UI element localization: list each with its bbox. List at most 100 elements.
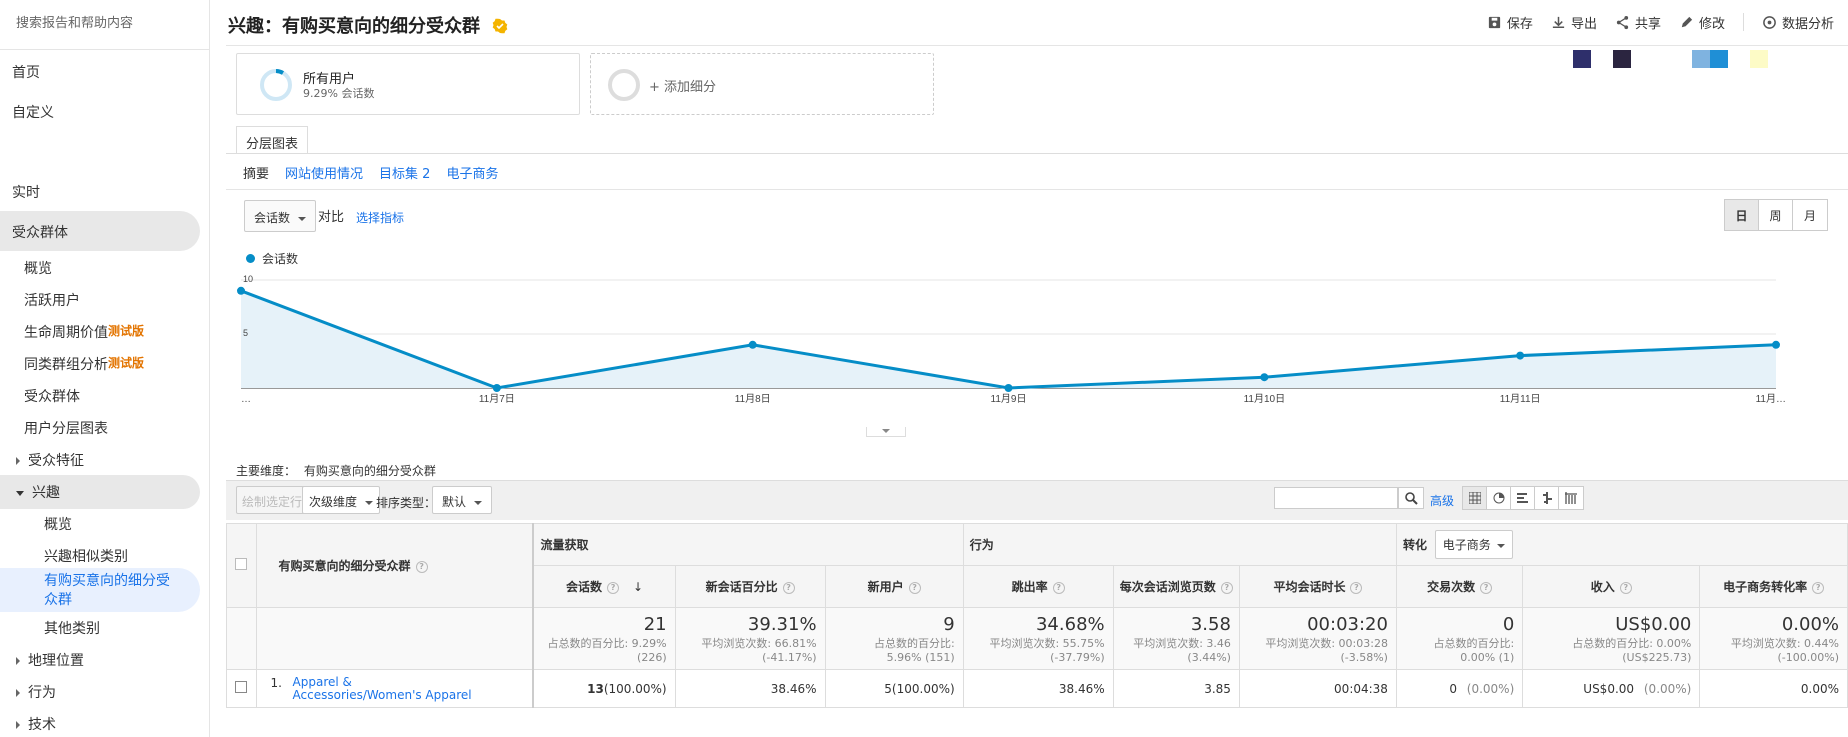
data-point[interactable] xyxy=(1004,384,1013,392)
total-value: US$0.00 xyxy=(1615,613,1692,635)
metric-dropdown[interactable]: 会话数 xyxy=(244,200,317,232)
sidebar-item-technology[interactable]: 技术 xyxy=(0,714,210,734)
sidebar-item-interests[interactable]: 兴趣 xyxy=(0,482,210,502)
search-input[interactable]: 搜索报告和帮助内容 xyxy=(0,0,209,50)
col-avg-duration[interactable]: 平均会话时长? xyxy=(1238,565,1397,608)
pivot-view-button[interactable] xyxy=(1559,487,1583,509)
row-dimension-link[interactable]: Apparel & Accessories/Women's Apparel xyxy=(293,675,473,702)
sidebar-item-other-category[interactable]: 其他类别 xyxy=(0,618,210,638)
data-point[interactable] xyxy=(1772,340,1780,349)
table-view-button[interactable] xyxy=(1463,487,1487,509)
save-button[interactable]: 保存 xyxy=(1487,13,1533,32)
help-icon[interactable]: ? xyxy=(782,581,795,594)
cell-pct: (0.00%) xyxy=(1643,681,1692,696)
col-transactions[interactable]: 交易次数? xyxy=(1395,565,1524,608)
sidebar-item-overview[interactable]: 概览 xyxy=(0,258,210,278)
sidebar-item-audiences[interactable]: 受众群体 xyxy=(0,386,210,406)
primary-dimension-value[interactable]: 有购买意向的细分受众群 xyxy=(304,464,436,478)
x-tick-label: 11月… xyxy=(1756,393,1786,405)
dimension-header[interactable]: 有购买意向的细分受众群? xyxy=(255,523,535,608)
sidebar-item-home[interactable]: 首页 xyxy=(0,62,210,82)
sort-arrow-icon: ↓ xyxy=(633,580,644,594)
help-icon[interactable]: ? xyxy=(1052,581,1065,594)
performance-view-button[interactable] xyxy=(1511,487,1535,509)
sidebar-item-interests-overview[interactable]: 概览 xyxy=(0,514,210,534)
total-sub: 占总数的百分比: xyxy=(873,636,955,650)
sidebar-item-active-users[interactable]: 活跃用户 xyxy=(0,290,210,310)
row-checkbox[interactable] xyxy=(235,681,248,693)
col-new-sessions-pct[interactable]: 新会话百分比? xyxy=(674,565,826,608)
help-icon[interactable]: ? xyxy=(1480,581,1493,594)
row-bounce-rate: 38.46% xyxy=(962,669,1114,708)
chart-resize-handle[interactable] xyxy=(866,427,906,437)
help-icon[interactable]: ? xyxy=(1619,581,1632,594)
sidebar-item-cohort[interactable]: 同类群组分析测试版 xyxy=(0,354,210,374)
col-bounce-rate[interactable]: 跳出率? xyxy=(962,565,1114,608)
conversion-type-dropdown[interactable]: 电子商务 xyxy=(1434,530,1513,559)
tab-explorer[interactable]: 分层图表 xyxy=(236,126,309,154)
sidebar-item-in-market[interactable]: 有购买意向的细分受众群 xyxy=(0,572,170,610)
sidebar-item-custom[interactable]: 自定义 xyxy=(0,102,210,122)
chevron-down-icon xyxy=(882,429,890,433)
plot-rows-button[interactable]: 绘制选定行 xyxy=(236,486,309,514)
sidebar-item-user-explorer[interactable]: 用户分层图表 xyxy=(0,418,210,438)
data-point[interactable] xyxy=(237,286,245,295)
data-point[interactable] xyxy=(1260,373,1269,382)
sidebar-item-affinity[interactable]: 兴趣相似类别 xyxy=(0,546,210,566)
data-point[interactable] xyxy=(492,384,501,392)
help-icon[interactable]: ? xyxy=(1220,581,1233,594)
col-new-users[interactable]: 新用户? xyxy=(824,565,964,608)
sort-type-dropdown[interactable]: 默认 xyxy=(432,486,493,514)
share-button[interactable]: 共享 xyxy=(1615,13,1661,32)
col-label: 交易次数 xyxy=(1427,580,1476,594)
cell-pct: (100.00%) xyxy=(603,681,667,696)
table-search-button[interactable] xyxy=(1398,487,1424,509)
select-metric-link[interactable]: 选择指标 xyxy=(356,209,404,226)
sidebar-item-geo[interactable]: 地理位置 xyxy=(0,650,210,670)
total-sub: (226) xyxy=(637,650,667,664)
segment-all-users[interactable]: 所有用户 9.29% 会话数 xyxy=(236,53,580,115)
sidebar-item-behavior[interactable]: 行为 xyxy=(0,682,210,702)
export-button[interactable]: 导出 xyxy=(1551,13,1597,32)
sidebar-item-audience[interactable]: 受众群体 xyxy=(0,222,210,242)
help-icon[interactable]: ? xyxy=(1812,581,1825,594)
main-content: 兴趣：有购买意向的细分受众群 保存 导出 共享 修改 数据分析 所有用户 9.2… xyxy=(226,0,1848,737)
secondary-dimension-dropdown[interactable]: 次级维度 xyxy=(302,486,381,514)
pie-view-button[interactable] xyxy=(1487,487,1511,509)
color-swatch xyxy=(1710,50,1728,68)
select-all-checkbox[interactable] xyxy=(235,558,248,570)
help-icon[interactable]: ? xyxy=(607,581,620,594)
total-sub: (-3.58%) xyxy=(1340,650,1388,664)
edit-button[interactable]: 修改 xyxy=(1679,13,1725,32)
col-revenue[interactable]: 收入? xyxy=(1522,565,1701,608)
total-cell: US$0.00 占总数的百分比: 0.00% (US$225.73) xyxy=(1522,607,1701,670)
sidebar-item-lifetime-value[interactable]: 生命周期价值测试版 xyxy=(0,322,210,342)
col-ecommerce-rate[interactable]: 电子商务转化率? xyxy=(1699,565,1848,608)
comparison-view-button[interactable] xyxy=(1535,487,1559,509)
sidebar-item-demographics[interactable]: 受众特征 xyxy=(0,450,210,470)
sessions-chart: 10 5 … 11月7日 11月8日 11月9日 11月10日 11月11日 11月… xyxy=(237,274,1786,405)
subtab-site-usage[interactable]: 网站使用情况 xyxy=(285,163,363,182)
total-cell: 0 占总数的百分比: 0.00% (1) xyxy=(1395,607,1524,670)
sidebar-item-realtime[interactable]: 实时 xyxy=(0,182,210,202)
table-search-input[interactable] xyxy=(1274,487,1398,509)
period-month-button[interactable]: 月 xyxy=(1793,200,1827,230)
data-point[interactable] xyxy=(748,340,757,349)
insights-icon xyxy=(1763,16,1776,29)
col-sessions[interactable]: 会话数? ↓ xyxy=(532,565,676,608)
add-segment-button[interactable]: + 添加细分 xyxy=(590,53,934,115)
cell-value: 13 xyxy=(587,681,604,696)
data-point[interactable] xyxy=(1516,351,1525,360)
help-icon[interactable]: ? xyxy=(1350,581,1363,594)
subtab-ecommerce[interactable]: 电子商务 xyxy=(446,163,498,182)
help-icon[interactable]: ? xyxy=(908,581,921,594)
period-week-button[interactable]: 周 xyxy=(1759,200,1793,230)
total-sub: 占总数的百分比: 9.29% xyxy=(547,636,667,650)
period-day-button[interactable]: 日 xyxy=(1725,200,1759,230)
col-pages-per-session[interactable]: 每次会话浏览页数? xyxy=(1112,565,1240,608)
help-icon[interactable]: ? xyxy=(415,560,428,573)
advanced-filter-link[interactable]: 高级 xyxy=(1430,492,1454,509)
subtab-summary[interactable]: 摘要 xyxy=(243,163,269,182)
subtab-goal-set[interactable]: 目标集 2 xyxy=(379,163,430,182)
insights-button[interactable]: 数据分析 xyxy=(1762,13,1834,32)
